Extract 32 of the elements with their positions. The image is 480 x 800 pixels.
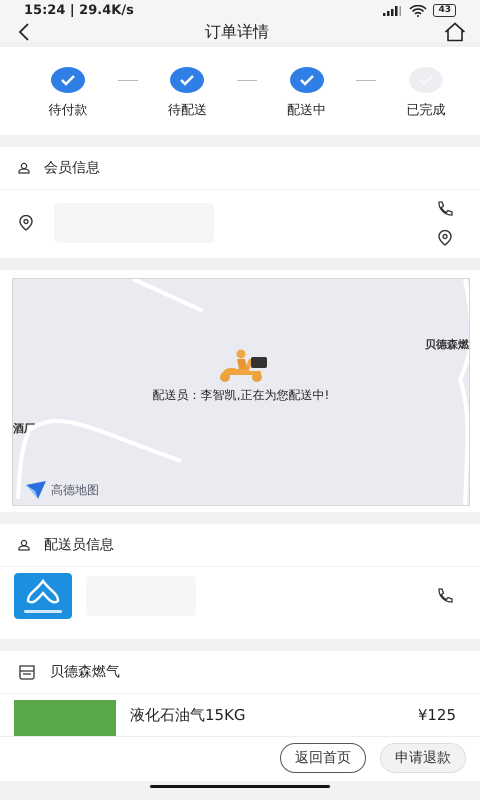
person-icon [18, 539, 30, 552]
signal-icon [383, 6, 404, 16]
section-title: 贝德森燃气 [50, 663, 120, 682]
footer-button[interactable]: 申请退款 [380, 743, 466, 774]
company-logo-icon [14, 573, 72, 620]
map-place-label: 酒厂 [13, 421, 35, 436]
map-view[interactable]: 配送员：李智凯,正在为您配送中! 贝德森燃 酒厂 高德地图 [12, 278, 470, 506]
phone-icon[interactable] [436, 200, 454, 218]
page-title: 订单详情 [205, 22, 269, 43]
home-icon[interactable] [444, 22, 466, 42]
step-label: 待付款 [48, 102, 88, 120]
phone-icon[interactable] [436, 587, 454, 606]
store-icon [18, 664, 36, 680]
back-icon[interactable] [18, 23, 30, 42]
person-icon [18, 162, 30, 174]
step-label: 配送中 [287, 102, 326, 120]
section-title: 配送员信息 [44, 536, 114, 554]
wifi-icon [409, 4, 428, 17]
location-icon [18, 215, 34, 232]
status-time: 15:24 | 29.4K/s [24, 3, 134, 18]
battery-indicator: 43 [433, 4, 456, 18]
delivery-message: 配送员：李智凯,正在为您配送中! [152, 387, 330, 404]
map-provider-label: 高德地图 [51, 482, 99, 499]
map-place-label: 贝德森燃 [425, 337, 469, 352]
section-title: 会员信息 [44, 159, 100, 178]
map-logo-icon [25, 481, 47, 500]
footer-button[interactable]: 返回首页 [280, 743, 366, 774]
product-name: 液化石油气15KG [130, 705, 246, 726]
step-label: 已完成 [406, 102, 446, 120]
product-price: ¥125 [418, 705, 456, 724]
location-icon[interactable] [437, 230, 453, 246]
step-label: 待配送 [168, 102, 207, 120]
